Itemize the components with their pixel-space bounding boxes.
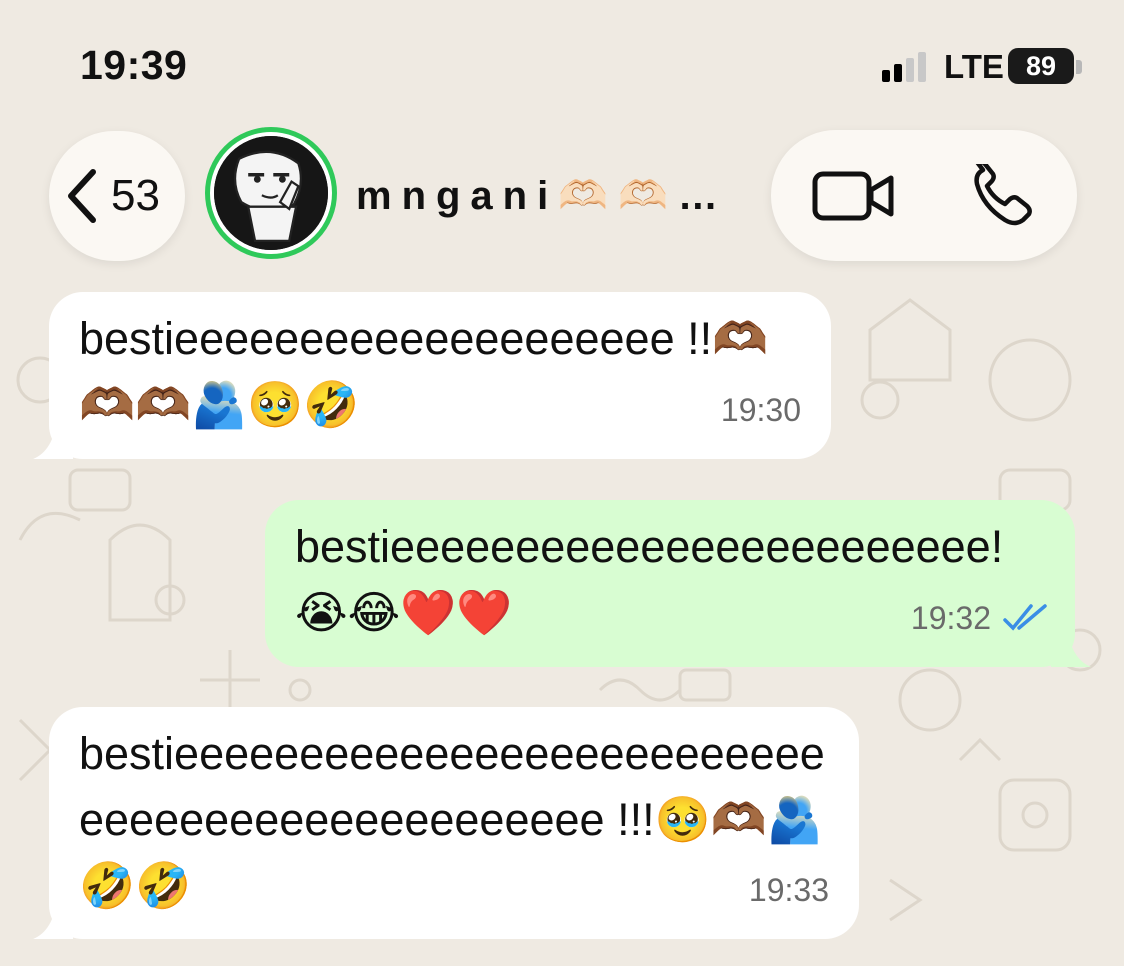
call-actions [771,130,1077,261]
message-timestamp: 19:30 [720,392,801,428]
message-timestamp: 19:32 [910,600,991,636]
read-receipt-icon [1003,604,1047,631]
status-time: 19:39 [80,42,188,88]
unread-count: 53 [111,171,160,220]
status-bar: 19:39 LTE 89 [0,0,1124,130]
battery-tip [1076,60,1082,74]
message-text: bestieeeeeeeeeeeeeeeeeeee !!🫶🏾🫶🏾🫶🏾🫂🥹🤣 [79,313,769,430]
message-bubble-outgoing[interactable]: bestieeeeeeeeeeeeeeeeeeeeeeee!😭😂❤️❤️ 19:… [265,500,1091,667]
back-chevron-icon [68,169,96,223]
contact-name[interactable]: mngani🫶🏻🫶🏻… [356,172,728,219]
message-time: 19:32 [911,585,1049,651]
message-text: bestieeeeeeeeeeeeeeeeeeeeeeeeeeeeeeeeeee… [79,728,825,911]
phone-call-icon[interactable] [971,164,1039,228]
message-bubble-incoming[interactable]: bestieeeeeeeeeeeeeeeeeeee !!🫶🏾🫶🏾🫶🏾🫂🥹🤣 19… [33,292,831,459]
network-label: LTE [944,48,1004,85]
message-timestamp: 19:33 [748,872,829,908]
message-bubble-incoming[interactable]: bestieeeeeeeeeeeeeeeeeeeeeeeeeeeeeeeeeee… [33,707,859,939]
bubble-tail [33,419,73,459]
back-button[interactable]: 53 [49,131,185,261]
video-call-icon[interactable] [811,168,895,224]
message-time: 19:30 [721,377,801,443]
battery-level: 89 [1025,51,1057,81]
bubble-tail [33,899,73,939]
battery-icon: 89 [1008,48,1074,84]
contact-avatar[interactable] [205,127,337,259]
message-time: 19:33 [749,857,829,923]
bubble-tail [1051,627,1091,667]
signal-icon [882,52,934,82]
